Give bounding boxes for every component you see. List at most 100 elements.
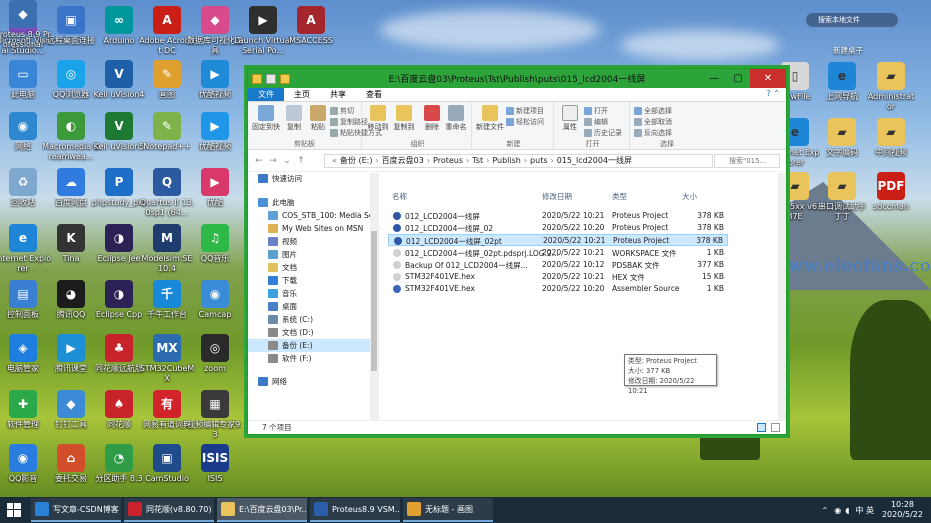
- easy-access-button[interactable]: 轻松访问: [506, 117, 544, 127]
- desktop-icon[interactable]: e 上网导航: [817, 62, 867, 102]
- column-header-type[interactable]: 类型: [612, 191, 627, 202]
- network-icon[interactable]: ◉: [834, 506, 841, 515]
- paste-button[interactable]: 粘贴: [306, 105, 330, 132]
- back-arrow-icon[interactable]: ←: [252, 156, 266, 166]
- desktop-icon[interactable]: ▰ 串口调试助手 丁丁: [817, 172, 867, 222]
- file-list-scrollbar[interactable]: [778, 173, 786, 421]
- copy-button[interactable]: 复制: [282, 105, 306, 132]
- file-row[interactable]: 012_LCD2004一线屏 2020/5/22 10:21 Proteus Pro…: [388, 210, 728, 222]
- desktop-icon[interactable]: ♫ QQ音乐: [186, 224, 244, 264]
- nav-item[interactable]: 图片: [248, 248, 370, 261]
- column-header-size[interactable]: 大小: [682, 191, 697, 202]
- breadcrumb-chevron-icon[interactable]: ›: [466, 156, 469, 165]
- recent-chevron-icon[interactable]: ⌄: [280, 156, 294, 166]
- move-to-button[interactable]: 移动到: [366, 105, 390, 132]
- tab-home[interactable]: 主页: [284, 88, 320, 101]
- properties-button[interactable]: 属性: [558, 105, 582, 132]
- file-row[interactable]: Backup Of 012_LCD2004一线屏... 2020/5/22 10:…: [388, 259, 728, 271]
- input-method-indicator[interactable]: 中 英: [855, 505, 874, 516]
- nav-item[interactable]: My Web Sites on MSN: [248, 222, 370, 235]
- breadcrumb-segment[interactable]: Tst: [472, 156, 483, 165]
- desktop-icon[interactable]: ▶ 优酷: [186, 168, 244, 208]
- nav-item[interactable]: 桌面: [248, 300, 370, 313]
- close-button[interactable]: ✕: [750, 69, 786, 88]
- breadcrumb-segment[interactable]: 015_lcd2004一线屏: [557, 155, 632, 166]
- volume-icon[interactable]: ◖: [845, 506, 849, 515]
- up-arrow-icon[interactable]: ↑: [294, 156, 308, 166]
- select-none-button[interactable]: 全部取消: [634, 117, 672, 127]
- large-icons-view-icon[interactable]: [771, 423, 780, 432]
- navigation-scrollbar[interactable]: [370, 173, 378, 421]
- desktop-icon[interactable]: ISIS ISIS: [186, 444, 244, 484]
- start-button[interactable]: [0, 497, 28, 523]
- copy-to-button[interactable]: 复制到: [392, 105, 416, 132]
- breadcrumb-chevron-icon[interactable]: ›: [551, 156, 554, 165]
- pin-quick-access-button[interactable]: 固定到快速访问: [252, 105, 280, 131]
- minimize-button[interactable]: —: [702, 69, 726, 88]
- tab-file[interactable]: 文件: [248, 88, 284, 101]
- nav-item[interactable]: 此电脑: [248, 196, 370, 209]
- desktop-icon[interactable]: ▰ Administrator: [866, 62, 916, 112]
- nav-item[interactable]: 音乐: [248, 287, 370, 300]
- nav-item[interactable]: 软件 (F:): [248, 352, 370, 365]
- breadcrumb-chevron-icon[interactable]: ›: [375, 156, 378, 165]
- desktop-icon[interactable]: ◆ Proteus 8.9 Professional: [0, 0, 52, 50]
- breadcrumb[interactable]: «备份 (E:) › 百度云盘03 › Proteus › Tst › Publish › puts…: [324, 153, 713, 168]
- taskbar-app-button[interactable]: 写文章-CSDN博客: [31, 498, 121, 522]
- nav-item[interactable]: 备份 (E:): [248, 339, 370, 352]
- taskbar-app-button[interactable]: 无标题 - 画图: [403, 498, 493, 522]
- delete-button[interactable]: 删除: [420, 105, 444, 132]
- nav-item[interactable]: COS_STB_100: Media Serv: [248, 209, 378, 222]
- desktop-icon[interactable]: ▶ 优酷视频: [186, 112, 244, 152]
- details-view-icon[interactable]: [757, 423, 766, 432]
- tray-icon-up[interactable]: ⌃: [822, 506, 829, 515]
- column-header-name[interactable]: 名称: [392, 191, 407, 202]
- nav-item[interactable]: 文档 (D:): [248, 326, 370, 339]
- help-icon[interactable]: ? ⌃: [767, 89, 781, 98]
- select-all-button[interactable]: 全部选择: [634, 106, 672, 116]
- file-row[interactable]: 012_LCD2004一线屏_02pt 2020/5/22 10:21 Proteu…: [388, 234, 728, 247]
- desktop-icon[interactable]: PDF sdccman: [866, 172, 916, 212]
- tab-view[interactable]: 查看: [356, 88, 392, 101]
- cut-button[interactable]: 剪切: [330, 106, 354, 116]
- nav-item[interactable]: 视频: [248, 235, 370, 248]
- taskbar-app-button[interactable]: Proteus8.9 VSM...: [310, 498, 400, 522]
- breadcrumb-segment[interactable]: Publish: [492, 156, 521, 165]
- desktop-icon[interactable]: ◉ Camcap: [186, 280, 244, 320]
- breadcrumb-chevron-icon[interactable]: ›: [486, 156, 489, 165]
- maximize-button[interactable]: ▢: [726, 69, 750, 88]
- breadcrumb-overflow-icon[interactable]: «: [332, 156, 337, 165]
- nav-item[interactable]: 快速访问: [248, 173, 370, 185]
- desktop-icon[interactable]: ▰ 文字编码: [817, 118, 867, 158]
- clock[interactable]: 10:28 2020/5/22: [882, 500, 923, 520]
- desktop-icon[interactable]: ◎ zoom: [186, 334, 244, 374]
- file-row[interactable]: STM32F401VE.hex 2020/5/22 10:20 Assembler …: [388, 283, 728, 295]
- new-folder-button[interactable]: 新建文件夹: [476, 105, 504, 131]
- breadcrumb-segment[interactable]: Proteus: [433, 156, 463, 165]
- rename-button[interactable]: 重命名: [444, 105, 468, 132]
- search-input[interactable]: 搜索"015...: [714, 153, 780, 168]
- breadcrumb-chevron-icon[interactable]: ›: [427, 156, 430, 165]
- column-header-date[interactable]: 修改日期: [542, 191, 572, 202]
- desktop-search-box[interactable]: 搜索本地文件: [806, 13, 898, 27]
- title-bar[interactable]: E:\百度云盘03\Proteus\Tst\Publish\puts\015_l…: [248, 69, 786, 88]
- navigation-scrollbar-thumb[interactable]: [371, 231, 377, 371]
- file-row[interactable]: 012_LCD2004一线屏_02 2020/5/22 10:20 Proteus …: [388, 222, 728, 234]
- copy-path-button[interactable]: 复制路径: [330, 117, 368, 127]
- nav-item[interactable]: 系统 (C:): [248, 313, 370, 326]
- taskbar-app-button[interactable]: E:\百度云盘03\Pr...: [217, 498, 307, 522]
- desktop-icon[interactable]: A MSACCESS: [282, 6, 340, 46]
- breadcrumb-segment[interactable]: puts: [530, 156, 547, 165]
- forward-arrow-icon[interactable]: →: [266, 156, 280, 166]
- nav-item[interactable]: 网络: [248, 375, 370, 388]
- new-item-button[interactable]: 新建项目: [506, 106, 544, 116]
- tab-share[interactable]: 共享: [320, 88, 356, 101]
- breadcrumb-segment[interactable]: 备份 (E:): [340, 155, 373, 166]
- breadcrumb-segment[interactable]: 百度云盘03: [382, 155, 424, 166]
- open-button[interactable]: 打开: [584, 106, 608, 116]
- nav-item[interactable]: 文档: [248, 261, 370, 274]
- invert-selection-button[interactable]: 反向选择: [634, 128, 672, 138]
- file-row[interactable]: STM32F401VE.hex 2020/5/22 10:21 HEX 文件 15 K…: [388, 271, 728, 283]
- taskbar-app-button[interactable]: 同花顺(v8.80.70) -...: [124, 498, 214, 522]
- edit-button[interactable]: 编辑: [584, 117, 608, 127]
